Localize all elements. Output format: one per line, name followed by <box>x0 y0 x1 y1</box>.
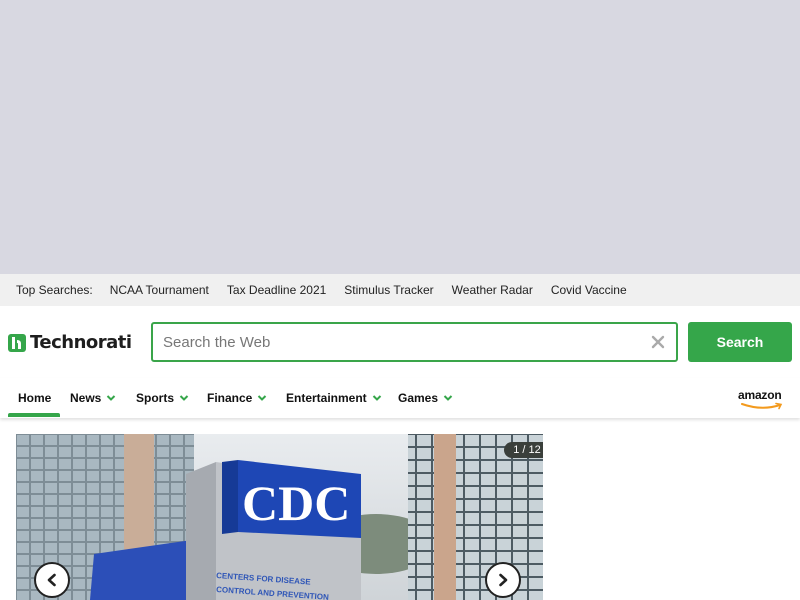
search-box <box>151 322 678 362</box>
nav-item-games[interactable]: Games <box>398 378 453 418</box>
site-logo[interactable]: Technorati <box>8 332 132 353</box>
nav-item-entertainment[interactable]: Entertainment <box>286 378 382 418</box>
amazon-smile-icon <box>741 402 783 410</box>
search-button[interactable]: Search <box>688 322 792 362</box>
chevron-down-icon <box>107 395 116 401</box>
close-icon[interactable] <box>650 334 666 350</box>
nav-item-sports[interactable]: Sports <box>136 378 189 418</box>
amazon-logo-text: amazon <box>738 388 782 402</box>
next-slide-button[interactable] <box>485 562 521 598</box>
logo-text: Technorati <box>30 332 132 353</box>
nav-item-label: Home <box>18 391 52 405</box>
top-search-link[interactable]: Tax Deadline 2021 <box>227 283 326 297</box>
top-search-link[interactable]: Stimulus Tracker <box>344 283 433 297</box>
main-nav: Home News Sports Finance Entertainment G… <box>0 378 800 418</box>
nav-item-label: Games <box>398 391 439 405</box>
chevron-down-icon <box>443 395 453 401</box>
chevron-down-icon <box>258 395 267 401</box>
ad-placeholder <box>0 0 800 274</box>
top-search-link[interactable]: Weather Radar <box>452 283 533 297</box>
chevron-left-icon <box>47 573 56 587</box>
slide-image: CDC CENTERS FOR DISEASE CONTROL AND PREV… <box>16 434 543 600</box>
chevron-down-icon <box>372 395 381 401</box>
cdc-sign-text: CDC <box>242 475 350 531</box>
nav-active-indicator <box>8 413 60 417</box>
nav-item-label: Entertainment <box>286 391 367 405</box>
photo-slideshow[interactable]: CDC CENTERS FOR DISEASE CONTROL AND PREV… <box>16 434 543 600</box>
amazon-logo[interactable]: amazon <box>738 388 788 410</box>
top-search-link[interactable]: NCAA Tournament <box>110 283 209 297</box>
nav-item-home[interactable]: Home <box>18 378 51 418</box>
nav-item-label: News <box>70 391 102 405</box>
nav-item-news[interactable]: News <box>70 378 116 418</box>
header: Technorati Search <box>0 306 800 378</box>
top-search-link[interactable]: Covid Vaccine <box>551 283 627 297</box>
top-searches-label: Top Searches: <box>16 283 93 297</box>
top-searches-bar: Top Searches: NCAA Tournament Tax Deadli… <box>0 274 800 306</box>
chevron-down-icon <box>179 395 189 401</box>
technorati-logo-icon <box>8 333 26 352</box>
nav-item-finance[interactable]: Finance <box>207 378 267 418</box>
search-input[interactable] <box>153 324 633 360</box>
nav-item-label: Sports <box>136 391 175 405</box>
chevron-right-icon <box>499 573 508 587</box>
previous-slide-button[interactable] <box>34 562 70 598</box>
nav-item-label: Finance <box>207 391 253 405</box>
slide-counter: 1 / 12 <box>504 442 543 458</box>
